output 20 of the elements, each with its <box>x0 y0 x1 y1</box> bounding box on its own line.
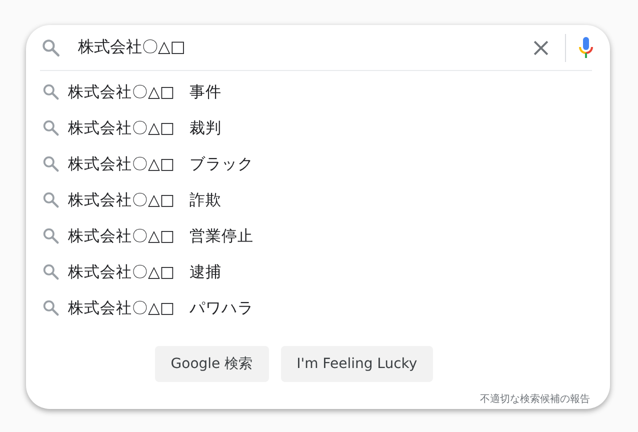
suggestion-item[interactable]: 株式会社〇△□ 事件 <box>68 82 222 102</box>
search-icon <box>41 262 61 282</box>
search-icon <box>41 82 61 102</box>
search-button[interactable]: I'm Feeling Lucky <box>280 346 434 382</box>
search-icon <box>41 118 61 138</box>
search-icon <box>40 36 62 58</box>
suggestion-item[interactable]: 株式会社〇△□ 詐欺 <box>68 190 222 210</box>
suggestion-item[interactable]: 株式会社〇△□ 逮捕 <box>68 262 222 282</box>
search-icon <box>41 190 61 210</box>
suggestion-item[interactable]: 株式会社〇△□ パワハラ <box>68 298 254 318</box>
search-icon <box>41 226 61 246</box>
search-icon <box>41 298 61 318</box>
report-link[interactable]: 不適切な検索候補の報告 <box>480 392 590 406</box>
search-field[interactable]: 株式会社〇△□ <box>78 38 530 57</box>
suggestion-item[interactable]: 株式会社〇△□ 裁判 <box>68 118 222 138</box>
microphone-icon[interactable] <box>578 36 594 60</box>
search-button[interactable]: Google 検索 <box>154 346 269 382</box>
search-icon <box>41 154 61 174</box>
suggestion-item[interactable]: 株式会社〇△□ 営業停止 <box>68 226 254 246</box>
suggestion-item[interactable]: 株式会社〇△□ ブラック <box>68 154 254 174</box>
